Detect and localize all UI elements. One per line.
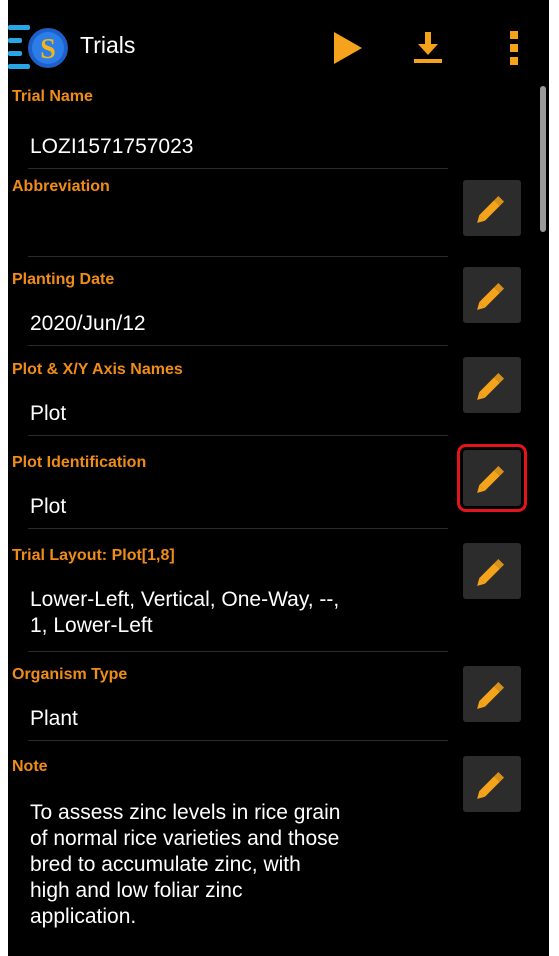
more-vert-icon (510, 31, 518, 65)
divider (28, 345, 448, 346)
field-label: Trial Layout: Plot[1,8] (12, 547, 175, 564)
pencil-icon (477, 282, 505, 310)
field-value: Plant (30, 707, 78, 730)
divider (28, 651, 448, 652)
field-value-line: application. (30, 905, 137, 928)
play-icon (334, 32, 362, 64)
trial-details-list[interactable]: Trial Name LOZI1571757023 Abbreviation P… (8, 84, 549, 956)
field-value: Plot (30, 495, 67, 518)
app-logo-icon[interactable]: S (8, 21, 70, 73)
app-bar: S Trials (8, 14, 549, 78)
app-title: Trials (80, 32, 136, 58)
download-button[interactable] (408, 26, 448, 66)
download-icon (414, 32, 442, 63)
pencil-icon (477, 558, 505, 586)
field-abbreviation: Abbreviation (8, 178, 534, 258)
field-value-line: Lower-Left, Vertical, One-Way, --, (30, 588, 340, 611)
field-value-line: 1, Lower-Left (30, 614, 153, 637)
field-trial-layout: Trial Layout: Plot[1,8] Lower-Left, Vert… (8, 543, 534, 657)
field-label: Planting Date (12, 271, 115, 288)
field-label: Organism Type (12, 666, 128, 683)
edit-plot-axis-names-button[interactable] (463, 357, 521, 413)
field-value: 2020/Jun/12 (30, 312, 146, 335)
edit-abbreviation-button[interactable] (463, 180, 521, 236)
divider (28, 528, 448, 529)
field-value: LOZI1571757023 (30, 135, 194, 158)
app-screen: S Trials Trial Name LOZI1571757023 Abbre… (8, 0, 549, 956)
field-label: Plot Identification (12, 454, 147, 471)
field-plot-identification: Plot Identification Plot (8, 444, 534, 534)
field-organism-type: Organism Type Plant (8, 666, 534, 746)
field-label: Note (12, 758, 48, 775)
pencil-icon (477, 372, 505, 400)
divider (28, 168, 448, 169)
field-trial-name: Trial Name LOZI1571757023 (8, 88, 534, 169)
field-label: Abbreviation (12, 178, 110, 195)
pencil-icon (477, 465, 505, 493)
field-label: Trial Name (12, 88, 93, 105)
field-value-line: To assess zinc levels in rice grain (30, 801, 341, 824)
field-label: Plot & X/Y Axis Names (12, 361, 183, 378)
divider (28, 256, 448, 257)
divider (28, 740, 448, 741)
field-value-line: bred to accumulate zinc, with (30, 853, 301, 876)
divider (28, 435, 448, 436)
edit-trial-layout-button[interactable] (463, 543, 521, 599)
pencil-icon (477, 195, 505, 223)
field-plot-axis-names: Plot & X/Y Axis Names Plot (8, 357, 534, 441)
pencil-icon (477, 771, 505, 799)
edit-organism-type-button[interactable] (463, 666, 521, 722)
field-value: Plot (30, 402, 67, 425)
scrollbar[interactable] (540, 86, 546, 232)
svg-text:S: S (40, 34, 56, 65)
edit-note-button[interactable] (463, 756, 521, 812)
pencil-icon (477, 681, 505, 709)
overflow-menu-button[interactable] (502, 28, 526, 68)
field-value-line: of normal rice varieties and those (30, 827, 340, 850)
field-value-line: high and low foliar zinc (30, 879, 243, 902)
field-planting-date: Planting Date 2020/Jun/12 (8, 267, 534, 351)
edit-planting-date-button[interactable] (463, 267, 521, 323)
edit-plot-identification-button[interactable] (457, 444, 527, 512)
play-button[interactable] (328, 28, 368, 68)
field-note: Note To assess zinc levels in rice grain… (8, 756, 534, 956)
